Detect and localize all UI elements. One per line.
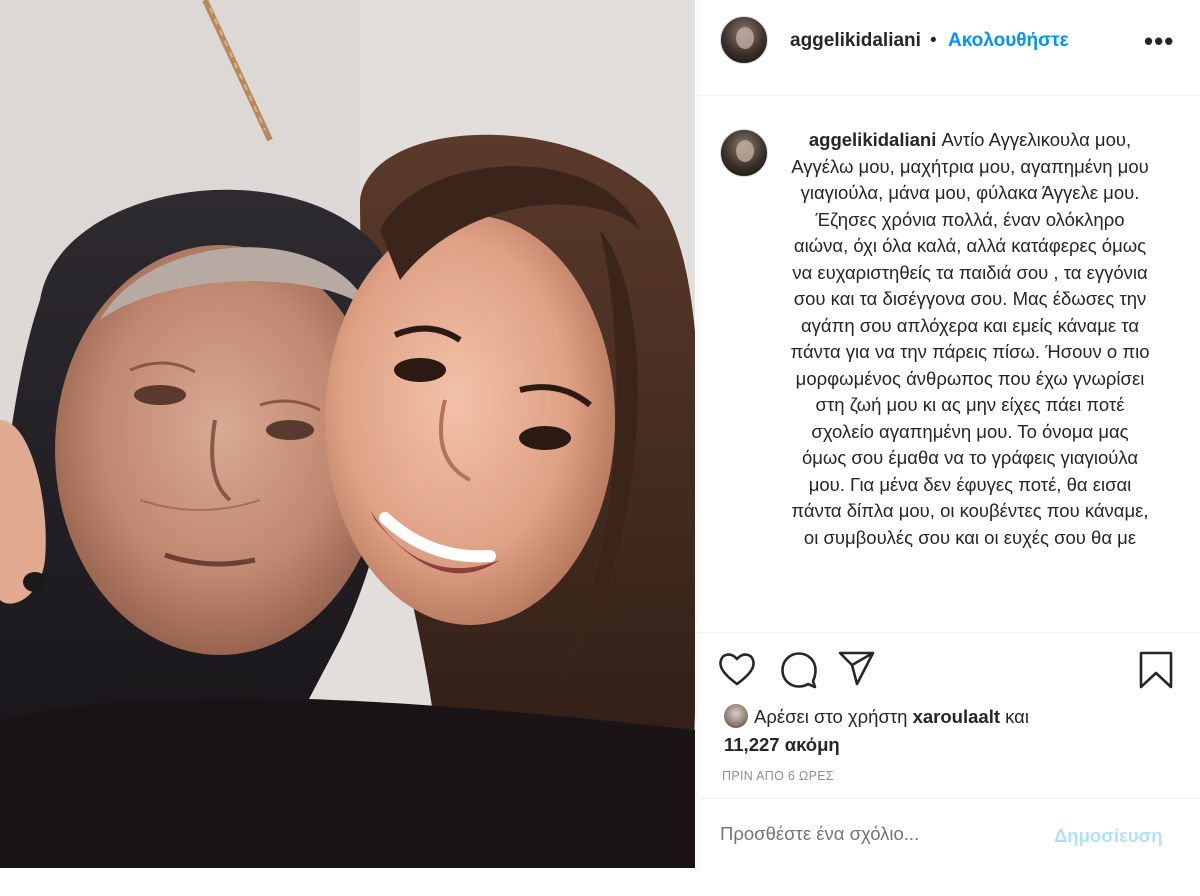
caption-username[interactable]: aggelikidaliani: [809, 129, 937, 150]
bottom-margin: [0, 868, 1200, 896]
add-comment-bar: Δημοσίευση: [698, 798, 1200, 868]
comment-icon[interactable]: [780, 651, 818, 694]
likes-and: και: [1005, 706, 1029, 727]
liker-username[interactable]: xaroulaalt: [913, 706, 1000, 727]
post-comment-button[interactable]: Δημοσίευση: [1054, 825, 1163, 847]
post-caption: aggelikidaliani Αντίο Αγγελικουλα μου, Α…: [790, 127, 1150, 551]
post-header: aggelikidaliani • Ακολουθήστε •••: [698, 0, 1200, 96]
post-timestamp[interactable]: ΠΡΙΝ ΑΠΟ 6 ΩΡΕΣ: [722, 769, 834, 783]
bookmark-icon[interactable]: [1138, 651, 1174, 694]
selfie-photo-illustration: [0, 0, 695, 868]
likes-count[interactable]: 11,227 ακόμη: [724, 734, 840, 755]
caption-author-avatar[interactable]: [720, 129, 768, 177]
likes-prefix: Αρέσει στο χρήστη: [754, 706, 908, 727]
author-avatar[interactable]: [720, 16, 768, 64]
post-actions: Αρέσει στο χρήστη xaroulaalt και 11,227 …: [698, 632, 1200, 797]
heart-icon[interactable]: [718, 651, 756, 692]
post-photo[interactable]: [0, 0, 695, 868]
author-username[interactable]: aggelikidaliani: [790, 30, 921, 52]
caption-text: Αντίο Αγγελικουλα μου, Αγγέλω μου, μαχήτ…: [790, 129, 1150, 548]
comments-section[interactable]: aggelikidaliani Αντίο Αγγελικουλα μου, Α…: [698, 97, 1200, 632]
comment-input[interactable]: [720, 823, 1040, 845]
instagram-post: aggelikidaliani • Ακολουθήστε ••• aggeli…: [0, 0, 1200, 896]
liker-avatar[interactable]: [724, 704, 748, 728]
more-options-icon[interactable]: •••: [1144, 26, 1174, 57]
paper-plane-icon[interactable]: [838, 651, 876, 692]
separator-dot: •: [930, 30, 937, 51]
likes-summary[interactable]: Αρέσει στο χρήστη xaroulaalt και 11,227 …: [724, 703, 1184, 759]
follow-button[interactable]: Ακολουθήστε: [948, 30, 1069, 52]
post-side-panel: aggelikidaliani • Ακολουθήστε ••• aggeli…: [697, 0, 1200, 868]
